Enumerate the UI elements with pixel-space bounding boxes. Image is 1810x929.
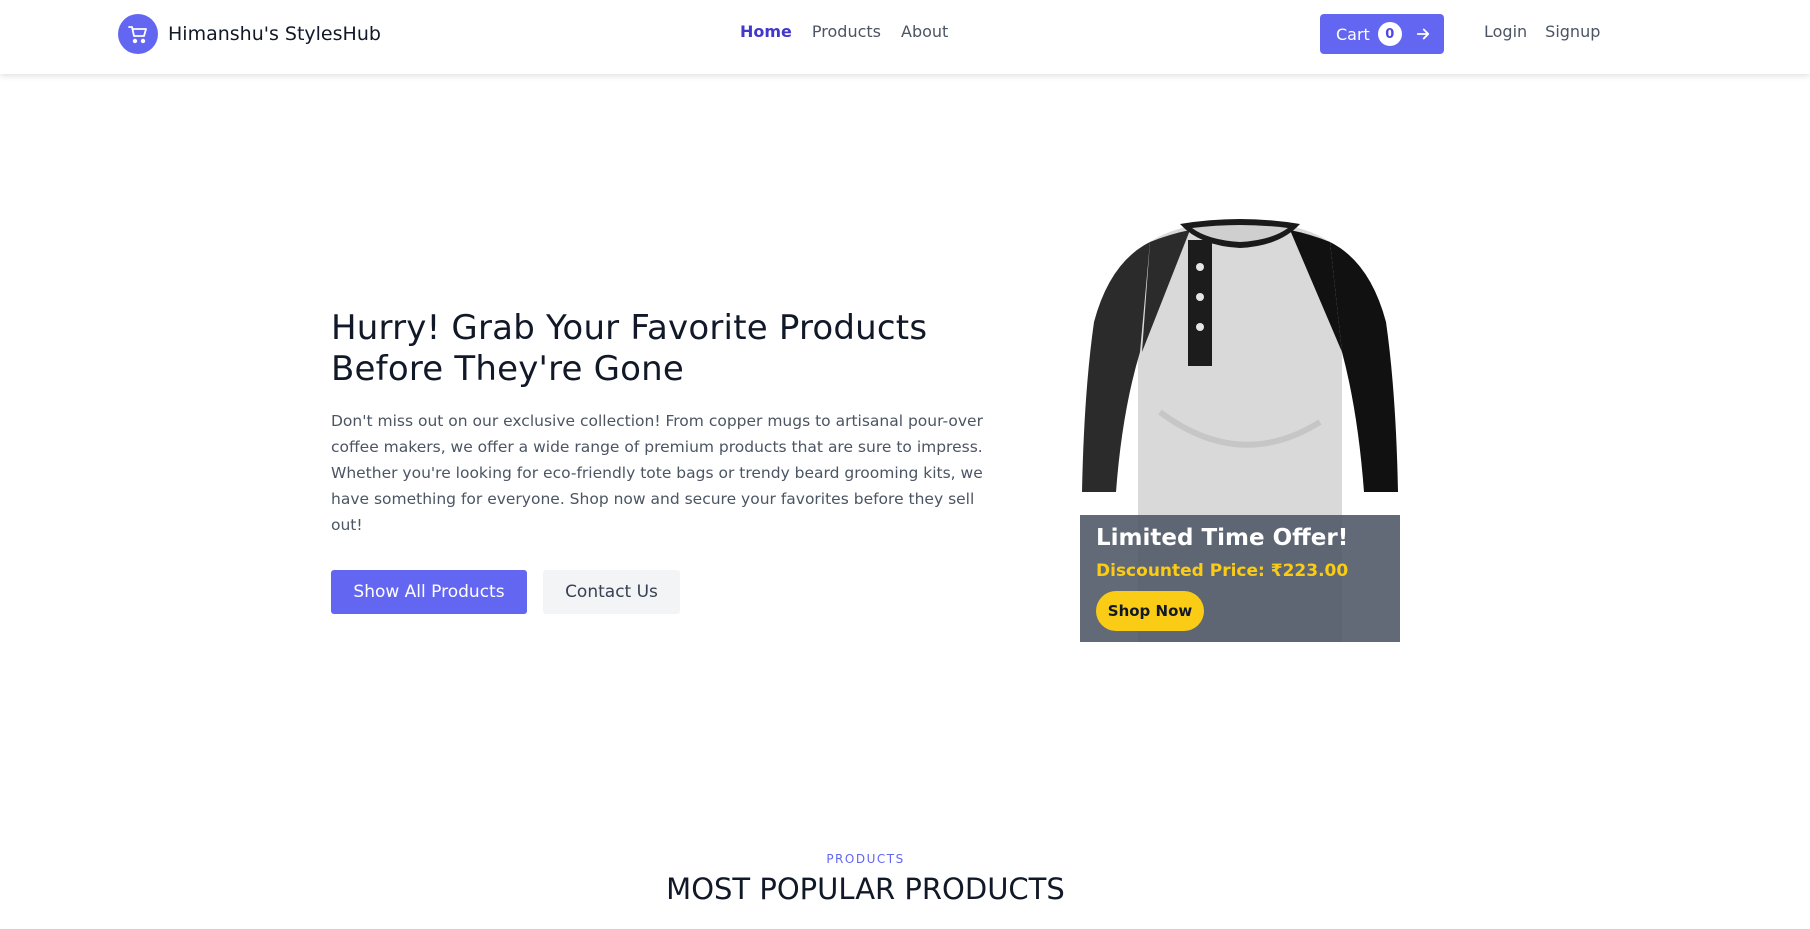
products-section-label: PRODUCTS bbox=[826, 852, 905, 866]
nav-products[interactable]: Products bbox=[812, 22, 881, 41]
featured-product: Limited Time Offer! Discounted Price: ₹2… bbox=[1080, 212, 1400, 642]
login-link[interactable]: Login bbox=[1484, 22, 1527, 41]
brand-name: Himanshu's StylesHub bbox=[168, 23, 381, 45]
arrow-right-icon bbox=[1414, 25, 1432, 43]
brand[interactable]: Himanshu's StylesHub bbox=[118, 14, 381, 54]
hero-buttons: Show All Products Contact Us bbox=[331, 570, 991, 614]
products-section-title: MOST POPULAR PRODUCTS bbox=[666, 872, 1065, 906]
cart-button[interactable]: Cart 0 bbox=[1320, 14, 1444, 54]
hero-title: Hurry! Grab Your Favorite Products Befor… bbox=[331, 308, 928, 389]
offer-price: Discounted Price: ₹223.00 bbox=[1096, 561, 1349, 581]
site-header: Himanshu's StylesHub Home Products About… bbox=[0, 0, 1810, 74]
auth-links: Login Signup bbox=[1484, 22, 1600, 41]
hero-description: Don't miss out on our exclusive collecti… bbox=[331, 412, 983, 534]
hero-section: Hurry! Grab Your Favorite Products Befor… bbox=[331, 308, 991, 614]
offer-title: Limited Time Offer! bbox=[1096, 525, 1349, 551]
offer-box: Limited Time Offer! Discounted Price: ₹2… bbox=[1080, 515, 1400, 642]
signup-link[interactable]: Signup bbox=[1545, 22, 1600, 41]
nav-about[interactable]: About bbox=[901, 22, 948, 41]
nav-home[interactable]: Home bbox=[740, 22, 792, 41]
main-nav: Home Products About bbox=[740, 22, 948, 41]
contact-us-button[interactable]: Contact Us bbox=[543, 570, 680, 614]
shopping-cart-icon bbox=[118, 14, 158, 54]
cart-count-badge: 0 bbox=[1377, 22, 1402, 46]
cart-label: Cart bbox=[1336, 24, 1370, 44]
show-all-products-button[interactable]: Show All Products bbox=[331, 570, 527, 614]
shop-now-button[interactable]: Shop Now bbox=[1096, 591, 1204, 631]
